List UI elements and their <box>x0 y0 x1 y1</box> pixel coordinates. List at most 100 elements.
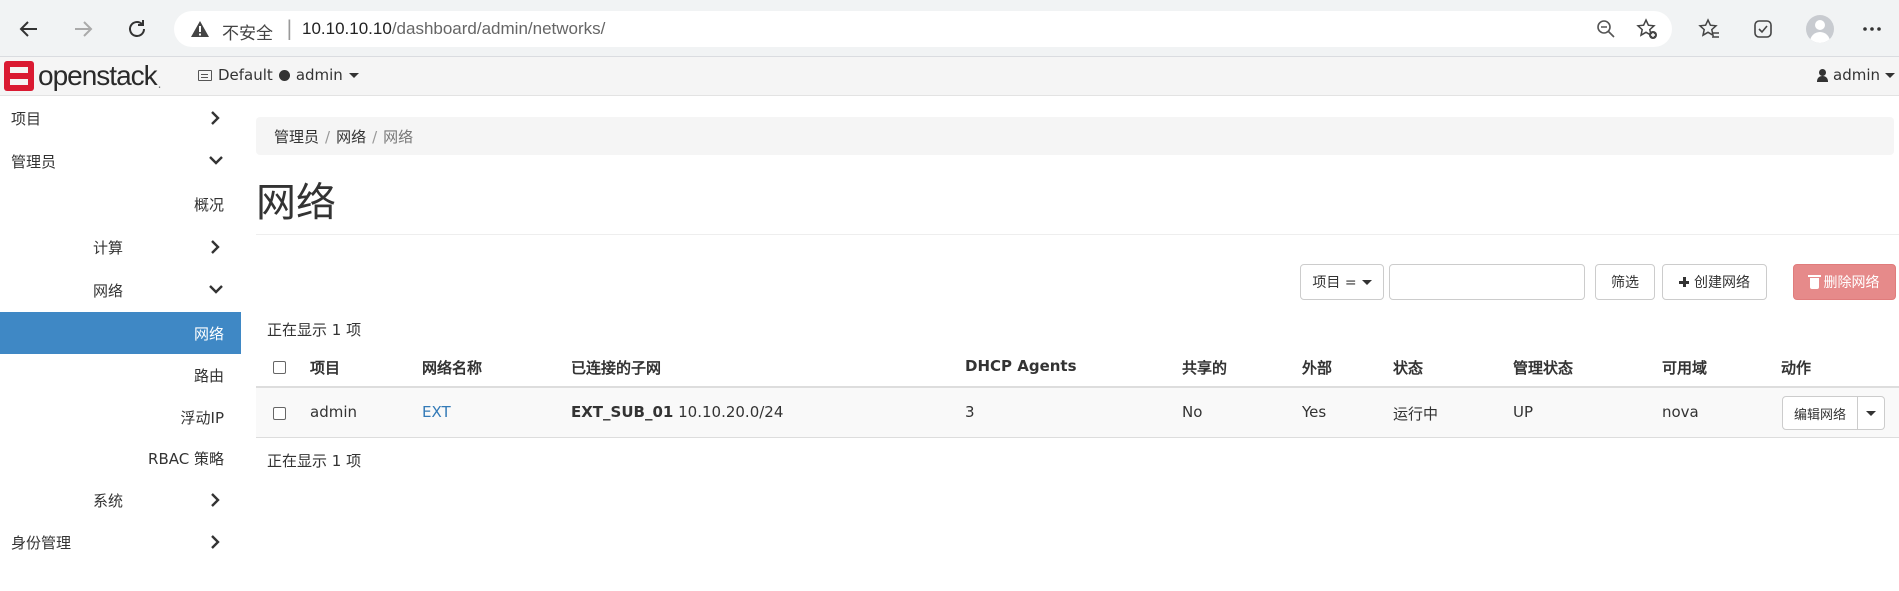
cell-subnets: EXT_SUB_01 10.10.20.0/24 <box>571 403 783 421</box>
sidebar-item-label: RBAC 策略 <box>148 449 224 468</box>
url-text[interactable]: 10.10.10.10/dashboard/admin/networks/ <box>302 19 605 39</box>
sidebar-item-floating-ips[interactable]: 浮动IP <box>0 396 241 438</box>
address-bar[interactable]: 不安全 | 10.10.10.10/dashboard/admin/networ… <box>174 11 1672 47</box>
column-header-dhcp-agents[interactable]: DHCP Agents <box>965 357 1077 375</box>
column-header-admin-state[interactable]: 管理状态 <box>1513 357 1573 378</box>
row-actions-dropdown[interactable] <box>1858 396 1886 430</box>
sidebar-item-label: 浮动IP <box>180 408 224 427</box>
sidebar-item-routers[interactable]: 路由 <box>0 354 241 396</box>
sidebar-item-label: 身份管理 <box>11 533 72 552</box>
back-button[interactable] <box>12 12 46 46</box>
create-network-button[interactable]: 创建网络 <box>1662 264 1767 300</box>
column-header-shared[interactable]: 共享的 <box>1182 357 1227 378</box>
circle-icon <box>278 69 290 81</box>
sidebar-item-networks[interactable]: 网络 <box>0 312 241 354</box>
sidebar-item-network-group[interactable]: 网络 <box>0 269 241 311</box>
url-path: /dashboard/admin/networks/ <box>391 19 606 38</box>
plus-icon <box>1679 277 1689 287</box>
collections-icon <box>1754 20 1772 38</box>
table-header-row: 项目 网络名称 已连接的子网 DHCP Agents 共享的 外部 状态 管理状… <box>256 346 1899 388</box>
url-separator: | <box>286 16 293 40</box>
arrow-left-icon <box>19 21 37 37</box>
insecure-label: 不安全 <box>222 24 273 44</box>
chevron-right-icon <box>211 240 220 254</box>
row-checkbox[interactable] <box>273 407 286 420</box>
warning-icon <box>190 19 210 43</box>
sidebar-item-identity[interactable]: 身份管理 <box>0 521 241 563</box>
domain-name: Default <box>218 66 273 84</box>
title-divider <box>256 234 1899 235</box>
filter-button-label: 筛选 <box>1611 275 1639 291</box>
reload-icon <box>129 20 145 37</box>
browser-toolbar: 不安全 | 10.10.10.10/dashboard/admin/networ… <box>0 0 1899 57</box>
profile-button[interactable] <box>1803 12 1837 46</box>
user-menu[interactable]: admin <box>1817 66 1895 84</box>
user-name: admin <box>1833 66 1880 84</box>
filter-field-label: 项目 = <box>1312 275 1357 291</box>
favorites-icon <box>1698 18 1719 38</box>
cell-shared: No <box>1182 403 1203 421</box>
sidebar-item-label: 系统 <box>93 491 124 510</box>
column-header-availability-zone[interactable]: 可用域 <box>1662 357 1707 378</box>
cell-project: admin <box>310 403 357 421</box>
add-favorite-icon[interactable] <box>1636 18 1658 44</box>
filter-field-select[interactable]: 项目 = <box>1300 264 1384 300</box>
chevron-right-icon <box>211 493 220 507</box>
project-name: admin <box>295 66 343 84</box>
sidebar-item-system[interactable]: 系统 <box>0 479 241 521</box>
sidebar-item-compute[interactable]: 计算 <box>0 226 241 268</box>
column-header-subnets[interactable]: 已连接的子网 <box>571 357 661 378</box>
subnet-name: EXT_SUB_01 <box>571 403 674 421</box>
caret-down-icon <box>348 72 359 78</box>
sidebar: 项目 管理员 概况 计算 网络 网络 路由 浮动IP RBAC 策略 系统 身份… <box>0 97 241 591</box>
table-row: admin EXT EXT_SUB_01 10.10.20.0/24 3 No … <box>256 388 1899 438</box>
sidebar-item-admin[interactable]: 管理员 <box>0 140 241 182</box>
sidebar-item-rbac-policies[interactable]: RBAC 策略 <box>0 437 241 479</box>
project-switcher[interactable]: Default admin <box>198 66 359 84</box>
breadcrumb-network[interactable]: 网络 <box>336 128 366 146</box>
sidebar-item-overview[interactable]: 概况 <box>0 183 241 225</box>
zoom-out-icon[interactable] <box>1596 19 1616 43</box>
networks-table: 项目 网络名称 已连接的子网 DHCP Agents 共享的 外部 状态 管理状… <box>256 346 1899 438</box>
edit-network-button[interactable]: 编辑网络 <box>1782 396 1859 430</box>
sidebar-item-label: 网络 <box>93 281 124 300</box>
chevron-down-icon <box>209 156 223 165</box>
reload-button[interactable] <box>120 12 154 46</box>
avatar-icon <box>1806 15 1834 43</box>
openstack-navbar: openstack . Default admin admin <box>0 57 1899 96</box>
column-header-status[interactable]: 状态 <box>1393 357 1423 378</box>
filter-button[interactable]: 筛选 <box>1595 264 1655 300</box>
collections-button[interactable] <box>1746 12 1780 46</box>
more-icon <box>1863 27 1881 31</box>
column-header-network-name[interactable]: 网络名称 <box>422 357 482 378</box>
sidebar-item-project[interactable]: 项目 <box>0 97 241 139</box>
chevron-down-icon <box>209 285 223 294</box>
breadcrumb-separator: / <box>372 128 378 146</box>
items-count-bottom: 正在显示 1 项 <box>267 452 362 470</box>
cell-admin-state: UP <box>1513 403 1534 421</box>
caret-down-icon <box>1866 410 1877 416</box>
breadcrumb: 管理员 / 网络 / 网络 <box>256 117 1894 155</box>
sidebar-item-label: 计算 <box>93 238 124 257</box>
column-header-actions: 动作 <box>1781 359 1812 377</box>
brand-name: openstack <box>38 60 158 91</box>
column-header-project[interactable]: 项目 <box>310 357 340 378</box>
select-all-checkbox[interactable] <box>273 361 286 374</box>
delete-networks-label: 删除网络 <box>1823 275 1880 291</box>
delete-networks-button[interactable]: 删除网络 <box>1793 264 1896 300</box>
filter-input[interactable] <box>1389 264 1585 300</box>
cell-availability-zone: nova <box>1662 403 1699 421</box>
more-menu-button[interactable] <box>1855 12 1889 46</box>
breadcrumb-admin[interactable]: 管理员 <box>274 128 319 146</box>
network-name-link[interactable]: EXT <box>422 403 451 421</box>
openstack-logo-icon <box>4 61 34 91</box>
subnet-cidr: 10.10.20.0/24 <box>678 403 784 421</box>
sidebar-item-label: 路由 <box>193 366 224 385</box>
project-icon <box>198 69 212 81</box>
favorites-button[interactable] <box>1692 12 1726 46</box>
cell-status: 运行中 <box>1393 405 1439 423</box>
column-header-external[interactable]: 外部 <box>1302 357 1332 378</box>
user-icon <box>1817 68 1828 82</box>
forward-button[interactable] <box>66 12 100 46</box>
openstack-logo[interactable]: openstack . <box>4 61 161 91</box>
